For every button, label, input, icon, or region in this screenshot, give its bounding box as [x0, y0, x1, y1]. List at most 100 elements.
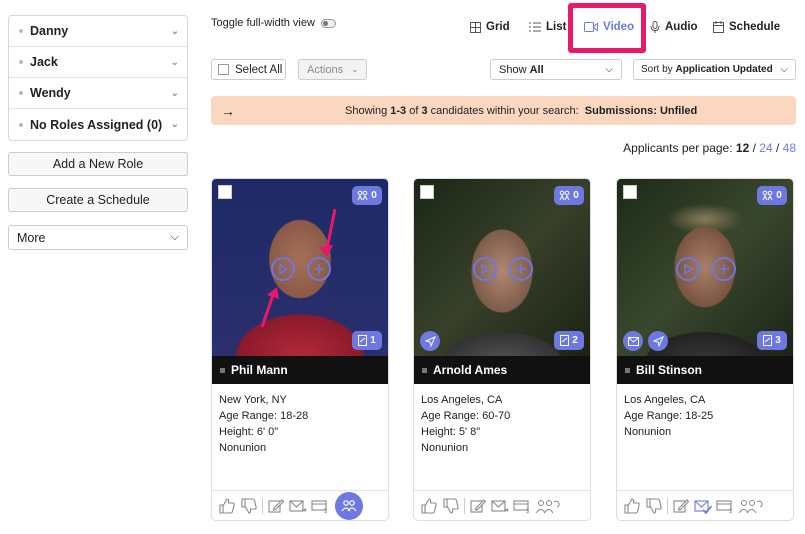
email-sent-check-icon[interactable] [694, 498, 712, 514]
edit-note-icon[interactable] [672, 498, 690, 514]
candidate-union: Nonunion [421, 442, 469, 454]
select-all-checkbox[interactable] [218, 64, 229, 75]
candidate-name-bar[interactable]: Phil Mann [212, 356, 388, 384]
edit-note-icon[interactable] [469, 498, 487, 514]
candidate-location: Los Angeles, CA [624, 394, 706, 406]
actions-dropdown[interactable]: Actions ⌄ [298, 59, 367, 80]
view-grid[interactable]: Grid [470, 21, 510, 33]
results-filter: Submissions: Unfiled [584, 104, 698, 117]
payment-icon[interactable]: $ [716, 498, 734, 514]
assign-role-button[interactable] [335, 491, 363, 520]
candidate-card[interactable]: 0 1 Phil Mann New York, NY Age Range: 18… [211, 178, 389, 521]
role-item[interactable]: Wendy ⌄ [9, 78, 187, 109]
results-total: 3 [421, 104, 428, 117]
play-video-button[interactable] [676, 257, 700, 281]
email-sent-button[interactable] [623, 331, 643, 351]
people-swap-icon[interactable] [738, 498, 764, 514]
sort-prefix: Sort by [641, 64, 673, 75]
view-audio-label: Audio [665, 21, 698, 33]
view-list-label: List [546, 21, 567, 33]
divider [667, 497, 668, 514]
people-swap-icon[interactable] [535, 498, 561, 514]
edit-note-icon[interactable] [267, 498, 285, 514]
select-all-button[interactable]: Select All [211, 59, 286, 80]
candidate-name[interactable]: Arnold Ames [433, 363, 507, 377]
svg-text:$: $ [526, 509, 530, 514]
candidate-info: Los Angeles, CA Age Range: 18-25 Nonunio… [624, 392, 713, 440]
media-count-badge[interactable]: 1 [352, 331, 382, 350]
add-video-button[interactable] [712, 257, 736, 281]
email-forward-icon[interactable] [491, 498, 509, 514]
view-audio[interactable]: Audio [650, 21, 698, 33]
paper-plane-icon [424, 335, 436, 347]
media-count-badge[interactable]: 3 [757, 331, 787, 350]
svg-text:$: $ [729, 509, 733, 514]
match-badge[interactable]: 0 [352, 186, 382, 205]
card-checkbox[interactable] [623, 185, 637, 199]
view-list[interactable]: List [529, 21, 566, 33]
payment-icon[interactable]: $ [311, 498, 329, 514]
play-icon [684, 263, 694, 275]
more-dropdown[interactable]: More ⌵ [8, 225, 188, 250]
full-width-toggle[interactable] [320, 18, 336, 28]
per-page-option-24[interactable]: 24 [759, 141, 772, 155]
video-view-highlight [568, 3, 646, 53]
candidate-name-bar[interactable]: Bill Stinson [617, 356, 793, 384]
role-label: Wendy [30, 86, 71, 100]
show-filter-select[interactable]: Show All ⌵ [490, 59, 622, 80]
drag-handle-icon[interactable] [19, 60, 23, 64]
headshot-image[interactable] [617, 179, 793, 356]
play-video-button[interactable] [473, 257, 497, 281]
view-grid-label: Grid [486, 21, 510, 33]
grid-icon [470, 21, 481, 33]
thumbs-up-icon[interactable] [623, 497, 641, 514]
card-checkbox[interactable] [218, 185, 232, 199]
view-schedule[interactable]: Schedule [713, 21, 780, 33]
per-page-selector: Applicants per page: 12 / 24 / 48 [623, 141, 796, 155]
media-count-badge[interactable]: 2 [554, 331, 584, 350]
candidate-height: Height: 5' 8" [421, 426, 481, 438]
thumbs-up-icon[interactable] [420, 497, 438, 514]
match-badge[interactable]: 0 [757, 186, 787, 205]
chevron-down-icon[interactable]: ⌄ [171, 119, 179, 130]
thumbs-down-icon[interactable] [645, 497, 663, 514]
chevron-down-icon[interactable]: ⌄ [171, 88, 179, 99]
role-item[interactable]: Jack ⌄ [9, 47, 187, 78]
drag-handle-icon[interactable] [19, 122, 23, 127]
candidate-name-bar[interactable]: Arnold Ames [414, 356, 590, 384]
email-forward-icon[interactable] [289, 498, 307, 514]
chevron-down-icon[interactable]: ⌄ [171, 57, 179, 68]
drag-handle-icon[interactable] [19, 91, 23, 95]
drag-handle-icon[interactable] [19, 29, 23, 33]
sort-select[interactable]: Sort by Application Updated ⌵ [633, 59, 796, 80]
candidate-card[interactable]: 0 2 Arnold Ames Los Angeles, CA Age Rang… [413, 178, 591, 521]
create-schedule-button[interactable]: Create a Schedule [8, 188, 188, 212]
per-page-option-48[interactable]: 48 [783, 141, 796, 155]
thumbs-down-icon[interactable] [442, 497, 460, 514]
headshot-image[interactable] [414, 179, 590, 356]
results-summary: Showing 1-3 of 3 candidates within your … [345, 105, 697, 117]
add-role-button[interactable]: Add a New Role [8, 152, 188, 176]
role-item[interactable]: Danny ⌄ [9, 16, 187, 47]
add-video-button[interactable] [509, 257, 533, 281]
candidate-height: Height: 6' 0" [219, 426, 279, 438]
payment-icon[interactable]: $ [513, 498, 531, 514]
candidate-card[interactable]: 0 3 Bill Stinson Los Angeles, CA Age Ran… [616, 178, 794, 521]
role-item[interactable]: No Roles Assigned (0) ⌄ [9, 109, 187, 140]
card-checkbox[interactable] [420, 185, 434, 199]
send-button[interactable] [648, 331, 668, 351]
arrow-right-icon[interactable]: → [221, 103, 235, 119]
chevron-down-icon[interactable]: ⌄ [171, 26, 179, 37]
match-badge[interactable]: 0 [554, 186, 584, 205]
actions-label: Actions [307, 63, 344, 76]
thumbs-up-icon[interactable] [218, 497, 236, 514]
candidate-name[interactable]: Phil Mann [231, 363, 288, 377]
send-button[interactable] [420, 331, 440, 351]
chevron-down-icon: ⌵ [170, 231, 179, 243]
media-count: 2 [572, 335, 578, 346]
calendar-icon [713, 21, 724, 33]
candidate-name[interactable]: Bill Stinson [636, 363, 702, 377]
per-page-option-12[interactable]: 12 [736, 141, 749, 155]
thumbs-down-icon[interactable] [240, 497, 258, 514]
candidate-age-range: Age Range: 18-25 [624, 410, 714, 422]
